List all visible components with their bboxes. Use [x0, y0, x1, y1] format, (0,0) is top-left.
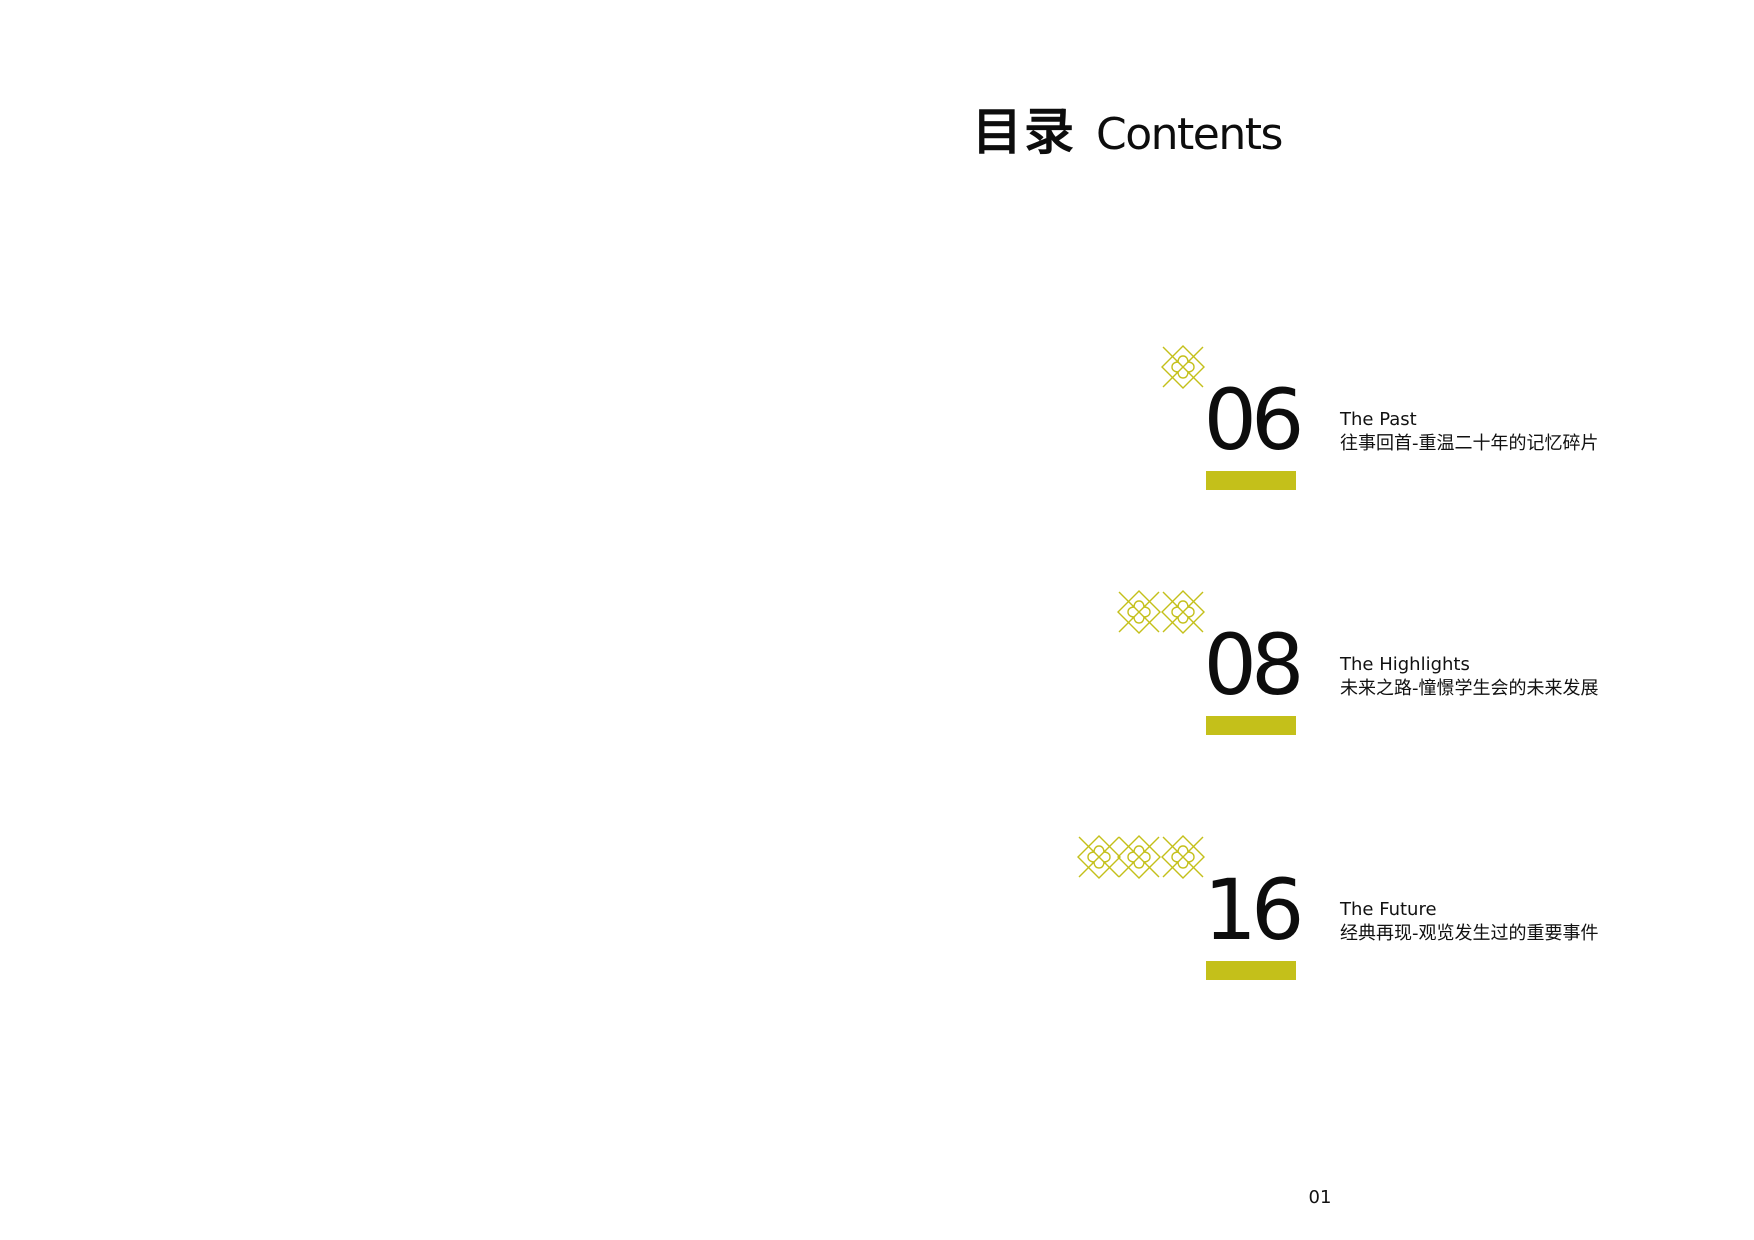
entry-accent-bar	[1206, 961, 1296, 980]
entry-title-chinese: 经典再现-观览发生过的重要事件	[1340, 923, 1599, 944]
contents-entry: 08 The Highlights 未来之路-憧憬学生会的未来发展	[0, 590, 1754, 790]
entry-text: The Past 往事回首-重温二十年的记忆碎片	[1340, 409, 1599, 457]
entry-icon-group	[1117, 590, 1205, 634]
entry-title-english: The Past	[1340, 409, 1417, 430]
entry-page-number: 16	[1203, 861, 1305, 959]
entry-title-english: The Highlights	[1340, 654, 1470, 675]
entry-text: The Highlights 未来之路-憧憬学生会的未来发展	[1340, 654, 1599, 702]
page-number: 01	[1308, 1187, 1332, 1208]
contents-page: 目录 Contents 06 The Past 往事回首-重温二十年的记忆碎片 08 T…	[0, 0, 1754, 1240]
heading-english: Contents	[1096, 109, 1283, 160]
diamond-cross-icon	[1117, 835, 1161, 879]
diamond-cross-icon	[1077, 835, 1121, 879]
diamond-cross-icon	[1117, 590, 1161, 634]
heading-chinese: 目录	[972, 103, 1076, 161]
entry-title-chinese: 往事回首-重温二十年的记忆碎片	[1340, 433, 1599, 454]
entry-page-number: 06	[1203, 371, 1305, 469]
entry-text: The Future 经典再现-观览发生过的重要事件	[1340, 899, 1599, 947]
page-heading: 目录 Contents	[972, 92, 1283, 164]
entry-accent-bar	[1206, 716, 1296, 735]
entry-title-chinese: 未来之路-憧憬学生会的未来发展	[1340, 678, 1599, 699]
entry-page-number: 08	[1203, 616, 1305, 714]
contents-entry: 06 The Past 往事回首-重温二十年的记忆碎片	[0, 345, 1754, 545]
contents-entry: 16 The Future 经典再现-观览发生过的重要事件	[0, 835, 1754, 1035]
entry-icon-group	[1077, 835, 1205, 879]
entry-accent-bar	[1206, 471, 1296, 490]
entry-title-english: The Future	[1340, 899, 1437, 920]
